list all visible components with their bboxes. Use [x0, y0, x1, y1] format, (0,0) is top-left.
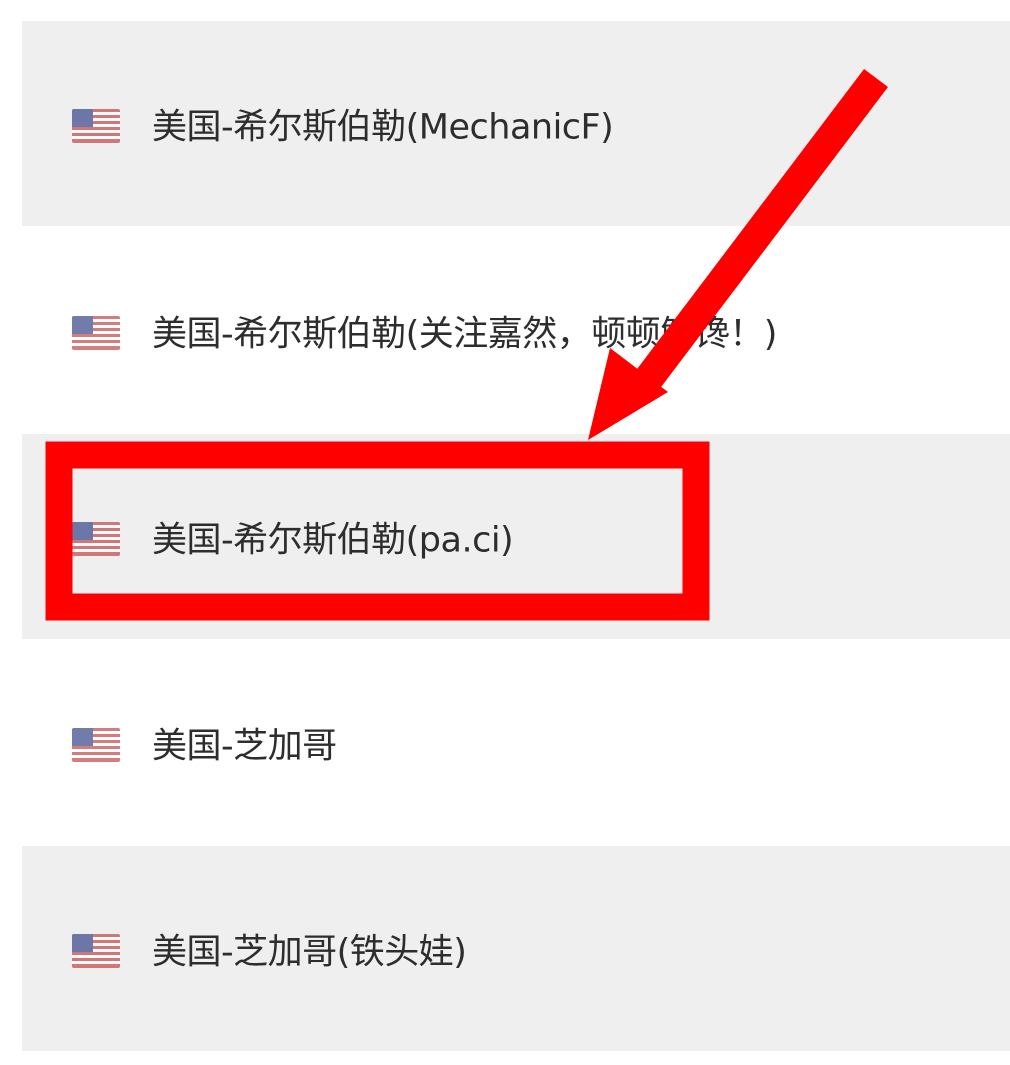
server-item-hillsboro-paci[interactable]: 美国-希尔斯伯勒(pa.ci)	[22, 434, 1010, 639]
server-item-label: 美国-芝加哥(铁头娃)	[152, 932, 467, 972]
server-item-label: 美国-芝加哥	[152, 726, 337, 766]
server-item-label: 美国-希尔斯伯勒(关注嘉然，顿顿解馋！)	[152, 314, 777, 354]
server-item-label: 美国-希尔斯伯勒(pa.ci)	[152, 520, 514, 560]
server-item-chicago-tietouwa[interactable]: 美国-芝加哥(铁头娃)	[22, 846, 1010, 1051]
server-item-hillsboro-jiaran[interactable]: 美国-希尔斯伯勒(关注嘉然，顿顿解馋！)	[22, 228, 1010, 433]
server-item-label: 美国-希尔斯伯勒(MechanicF)	[152, 107, 614, 147]
us-flag-icon	[72, 727, 120, 762]
us-flag-icon	[72, 108, 120, 143]
us-flag-icon	[72, 521, 120, 556]
server-item-chicago[interactable]: 美国-芝加哥	[22, 640, 1010, 845]
server-list: 美国-希尔斯伯勒(MechanicF) 美国-希尔斯伯勒(关注嘉然，顿顿解馋！)	[0, 0, 1010, 1065]
server-item-hillsboro-mechanicf[interactable]: 美国-希尔斯伯勒(MechanicF)	[22, 21, 1010, 226]
us-flag-icon	[72, 933, 120, 968]
us-flag-icon	[72, 315, 120, 350]
